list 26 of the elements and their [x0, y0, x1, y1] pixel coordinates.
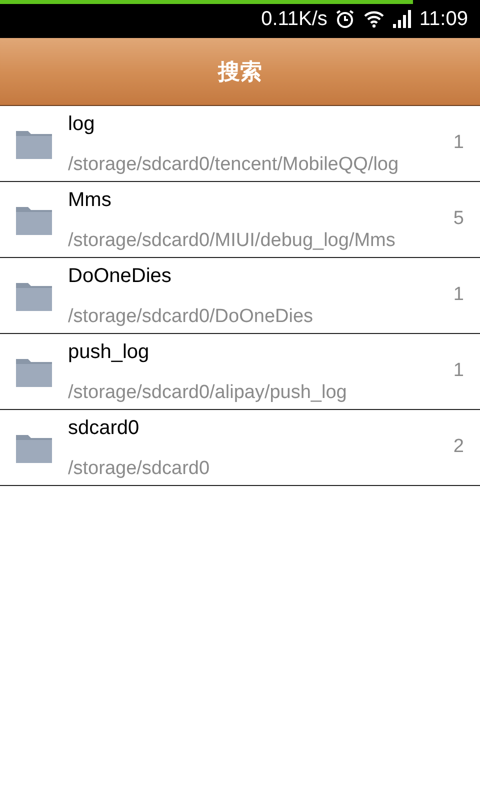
folder-row[interactable]: push_log /storage/sdcard0/alipay/push_log 1	[0, 334, 480, 410]
folder-name: log	[68, 112, 96, 136]
folder-path: /storage/sdcard0/alipay/push_log	[68, 380, 348, 404]
file-count: 1	[453, 131, 464, 156]
folder-row[interactable]: sdcard0 /storage/sdcard0 2	[0, 410, 480, 486]
folder-row[interactable]: DoOneDies /storage/sdcard0/DoOneDies 1	[0, 258, 480, 334]
network-speed: 0.11K/s	[261, 7, 328, 32]
folder-name: DoOneDies	[68, 264, 172, 288]
folder-row[interactable]: log /storage/sdcard0/tencent/MobileQQ/log 1	[0, 106, 480, 182]
page-title: 搜索	[218, 58, 262, 86]
folder-path: /storage/sdcard0/DoOneDies	[68, 304, 314, 328]
folder-name: sdcard0	[68, 416, 140, 440]
file-count: 2	[453, 435, 464, 460]
folder-name: push_log	[68, 340, 150, 364]
folder-row[interactable]: Mms /storage/sdcard0/MIUI/debug_log/Mms 5	[0, 182, 480, 258]
wifi-icon	[363, 10, 386, 28]
folder-path: /storage/sdcard0	[68, 456, 211, 480]
signal-icon	[393, 10, 412, 28]
file-count: 5	[453, 207, 464, 232]
folder-path: /storage/sdcard0/MIUI/debug_log/Mms	[68, 228, 396, 252]
clock-time: 11:09	[419, 7, 468, 32]
file-count: 1	[453, 283, 464, 308]
file-count: 1	[453, 359, 464, 384]
alarm-clock-icon	[335, 9, 356, 29]
folder-path: /storage/sdcard0/tencent/MobileQQ/log	[68, 152, 400, 176]
folder-name: Mms	[68, 188, 112, 212]
